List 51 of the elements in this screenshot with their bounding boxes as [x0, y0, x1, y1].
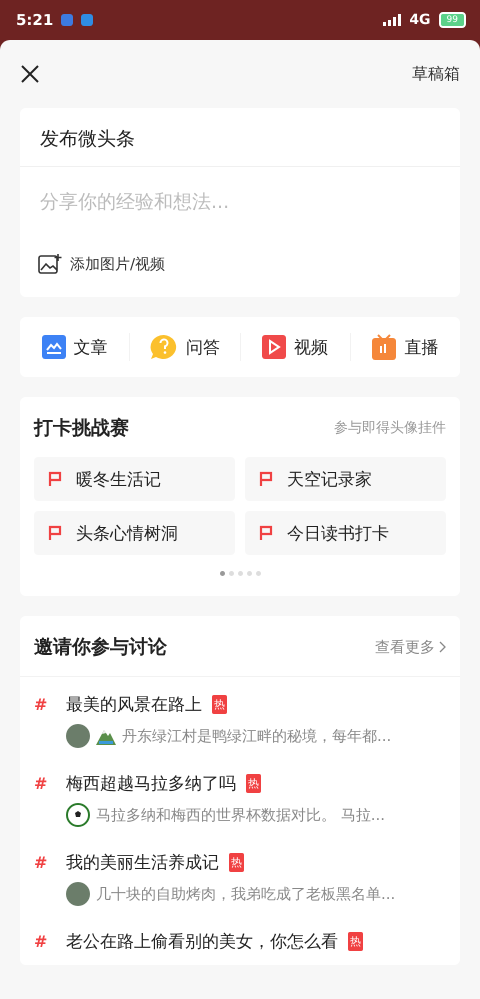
post-type-button[interactable]: 文章 [20, 333, 130, 361]
topic-excerpt: 丹东绿江村是鸭绿江畔的秘境，每年都... [122, 726, 392, 746]
network-label: 4G [409, 12, 431, 28]
section-title: 邀请你参与讨论 [34, 635, 167, 660]
post-type-button[interactable]: 视频 [240, 333, 351, 361]
hashtag-icon: # [34, 853, 56, 872]
post-type-button[interactable]: 直播 [350, 333, 460, 361]
flag-icon [48, 471, 62, 487]
see-more-link[interactable]: 查看更多 [375, 638, 446, 656]
challenge-chip[interactable]: 今日读书打卡 [245, 511, 446, 555]
challenge-chip[interactable]: 天空记录家 [245, 457, 446, 501]
add-image-icon [38, 253, 62, 275]
flag-icon [48, 525, 62, 541]
flag-icon [259, 525, 273, 541]
drafts-button[interactable]: 草稿箱 [412, 64, 460, 84]
section-title: 打卡挑战赛 [34, 416, 129, 441]
hot-tag: 热 [229, 853, 244, 872]
post-input-field[interactable]: 分享你的经验和想法... [20, 167, 460, 237]
avatar-photo [66, 724, 90, 748]
chart-icon [42, 335, 66, 359]
topic-title[interactable]: 我的美丽生活养成记 [66, 851, 219, 874]
flag-icon [259, 471, 273, 487]
chevron-right-icon [439, 641, 446, 653]
hashtag-icon: # [34, 932, 56, 951]
add-media-button[interactable]: 添加图片/视频 [38, 253, 166, 275]
hot-tag: 热 [348, 932, 363, 951]
signal-icon [383, 14, 402, 26]
hashtag-icon: # [34, 774, 56, 793]
post-type-button[interactable]: 问答 [130, 333, 240, 361]
hot-tag: 热 [212, 695, 227, 714]
status-time: 5:21 [16, 11, 54, 29]
topic-excerpt: 马拉多纳和梅西的世界杯数据对比。 马拉... [96, 806, 386, 824]
app-icon [61, 14, 74, 26]
avatar-photo [66, 882, 90, 906]
challenge-chip[interactable]: 头条心情树洞 [34, 511, 235, 555]
composer-title: 发布微头条 [20, 108, 460, 167]
battery-level: 99 [438, 12, 466, 28]
topic-title[interactable]: 最美的风景在路上 [66, 693, 202, 716]
hot-tag: 热 [246, 774, 261, 793]
play-icon [262, 335, 286, 359]
topic-title[interactable]: 梅西超越马拉多纳了吗 [66, 772, 236, 795]
challenge-hint: 参与即得头像挂件 [334, 419, 446, 437]
close-button[interactable] [20, 64, 40, 84]
app-icon [81, 14, 94, 26]
challenge-chip[interactable]: 暖冬生活记 [34, 457, 235, 501]
question-bubble-icon [150, 334, 178, 360]
tv-icon [372, 334, 396, 360]
hashtag-icon: # [34, 695, 56, 714]
topic-excerpt: 几十块的自助烤肉，我弟吃成了老板黑名单... [96, 884, 396, 904]
topic-title[interactable]: 老公在路上偷看别的美女，你怎么看 [66, 930, 338, 953]
soccer-ball-icon [66, 803, 90, 827]
